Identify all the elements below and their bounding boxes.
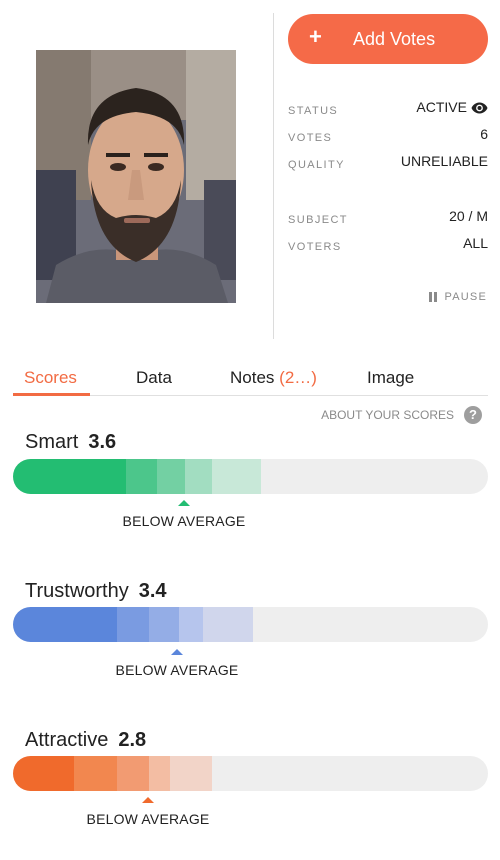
smart-score-value: 3.6 [88, 431, 117, 453]
trustworthy-bar-segment-4 [179, 607, 203, 642]
subject-value: 20 / M [449, 208, 488, 224]
tab-notes-label: Notes [230, 368, 275, 387]
voters-row: VOTERS ALL [288, 235, 488, 255]
smart-score-bar [13, 459, 488, 494]
subject-photo [36, 50, 236, 303]
trustworthy-bar-segment-2 [117, 607, 149, 642]
smart-comparison: BELOW AVERAGE [122, 513, 246, 529]
add-votes-label: Add Votes [353, 29, 436, 49]
attractive-bar-segment-3 [117, 756, 149, 791]
status-value-group: ACTIVE [416, 99, 488, 115]
trustworthy-score-value: 3.4 [138, 580, 167, 602]
votes-row: VOTES 6 [288, 126, 488, 146]
eye-icon[interactable] [471, 102, 488, 114]
attractive-score-value: 2.8 [118, 729, 147, 751]
tab-scores[interactable]: Scores [24, 368, 77, 388]
voters-label: VOTERS [288, 241, 342, 253]
trustworthy-bar-segment-3 [149, 607, 179, 642]
tab-data[interactable]: Data [136, 368, 172, 388]
trustworthy-score-bar [13, 607, 488, 642]
trustworthy-average-marker [171, 649, 183, 655]
pause-icon [428, 292, 437, 302]
tab-image[interactable]: Image [367, 368, 414, 388]
status-row: STATUS ACTIVE [288, 99, 488, 119]
active-tab-indicator [13, 393, 90, 396]
smart-bar-segment-1 [13, 459, 126, 494]
attractive-score-bar [13, 756, 488, 791]
pause-label: PAUSE [444, 291, 487, 303]
trustworthy-comparison: BELOW AVERAGE [115, 662, 239, 678]
vertical-divider [273, 13, 274, 339]
pause-button[interactable]: PAUSE [428, 291, 487, 303]
attractive-average-marker [142, 797, 154, 803]
attractive-score-name: Attractive [25, 729, 109, 751]
trustworthy-bar-segment-1 [13, 607, 117, 642]
question-icon: ? [464, 406, 482, 424]
trustworthy-bar-segment-5 [203, 607, 253, 642]
attractive-bar-segment-5 [170, 756, 212, 791]
smart-bar-segment-4 [185, 459, 212, 494]
votes-value: 6 [480, 126, 488, 142]
trustworthy-score-name: Trustworthy [25, 580, 129, 602]
attractive-score-title: Attractive 2.8 [25, 729, 146, 752]
smart-score-name: Smart [25, 431, 79, 453]
quality-label: QUALITY [288, 159, 345, 171]
trustworthy-score-title: Trustworthy 3.4 [25, 580, 167, 603]
smart-score-title: Smart 3.6 [25, 431, 116, 454]
attractive-bar-segment-4 [149, 756, 170, 791]
tab-bar: Scores Data Notes (2…) Image [13, 366, 488, 396]
status-value: ACTIVE [416, 99, 467, 115]
about-scores-label: ABOUT YOUR SCORES [321, 408, 454, 422]
attractive-comparison: BELOW AVERAGE [86, 811, 210, 827]
smart-bar-segment-2 [126, 459, 157, 494]
attractive-bar-segment-1 [13, 756, 74, 791]
tab-notes[interactable]: Notes (2…) [230, 368, 317, 388]
subject-label: SUBJECT [288, 214, 348, 226]
voters-value: ALL [463, 235, 488, 251]
smart-average-marker [178, 500, 190, 506]
smart-bar-segment-3 [157, 459, 185, 494]
quality-row: QUALITY UNRELIABLE [288, 153, 488, 173]
attractive-bar-segment-2 [74, 756, 117, 791]
plus-icon: + [309, 24, 322, 49]
about-scores-link[interactable]: ABOUT YOUR SCORES ? [321, 406, 482, 424]
smart-bar-segment-5 [212, 459, 261, 494]
add-votes-button[interactable]: + Add Votes [288, 14, 488, 64]
votes-label: VOTES [288, 132, 333, 144]
subject-row: SUBJECT 20 / M [288, 208, 488, 228]
quality-value: UNRELIABLE [400, 153, 488, 169]
status-label: STATUS [288, 105, 339, 117]
tab-notes-count: (2…) [279, 368, 317, 387]
